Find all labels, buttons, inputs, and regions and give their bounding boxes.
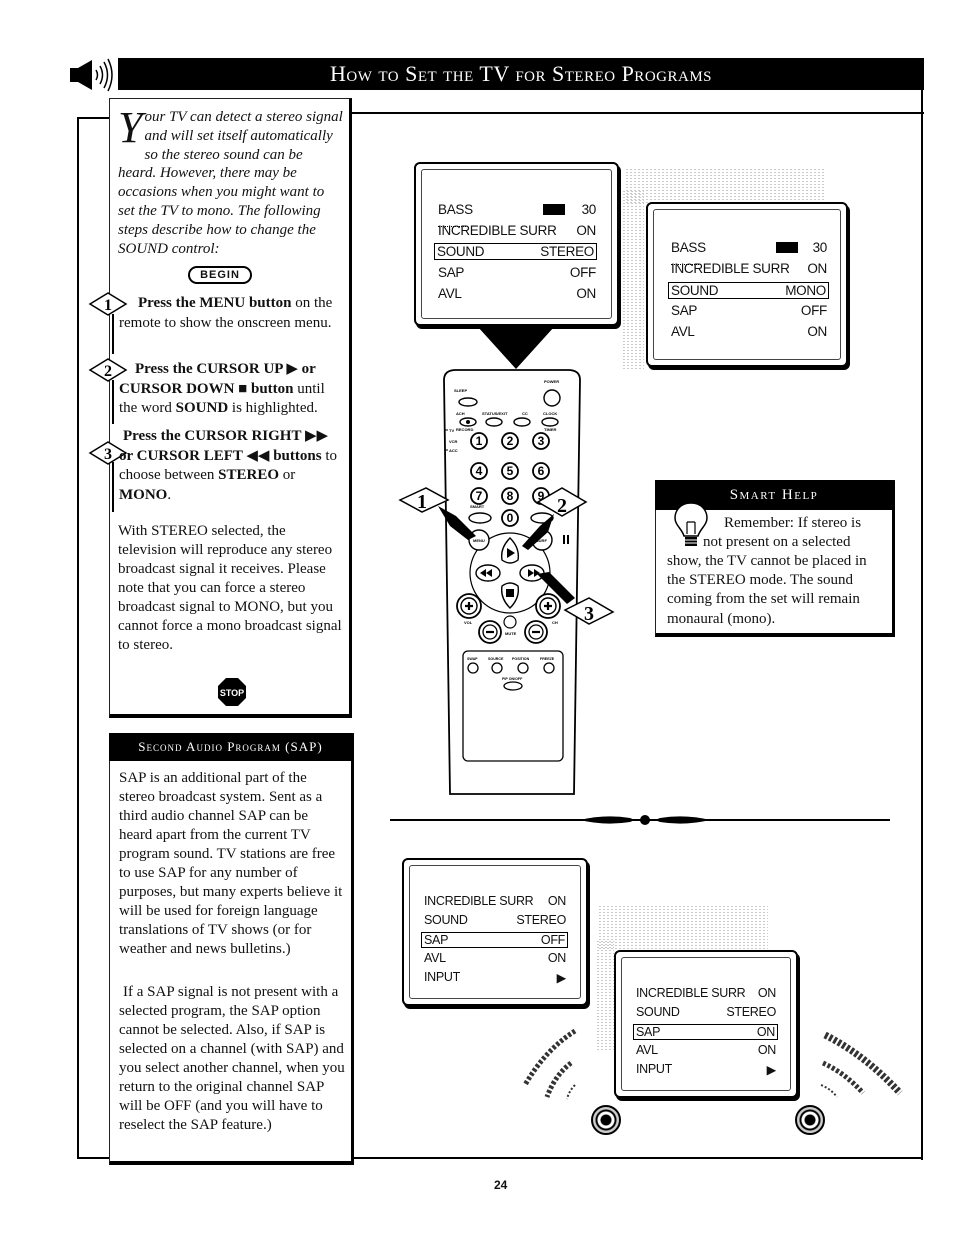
- svg-text:FREEZE: FREEZE: [540, 657, 555, 661]
- svg-text:CC: CC: [522, 411, 528, 416]
- osd-row: AVL ON: [424, 951, 566, 965]
- osd-row: AVL ON: [636, 1043, 776, 1057]
- osd-row-highlighted: SAP ON: [633, 1024, 778, 1040]
- callout-2-hand-icon: 2: [522, 487, 588, 550]
- svg-text:SLEEP: SLEEP: [454, 388, 467, 393]
- osd-row: AVL ON: [438, 286, 596, 301]
- osd-row: INCREDIBLE SURR ON: [424, 894, 566, 908]
- callout-3-hand-icon: 3: [537, 572, 615, 625]
- step-1-text: Press the MENU button on the remote to s…: [119, 295, 333, 331]
- svg-text:POWER: POWER: [544, 379, 559, 384]
- osd-row: INCREDIBLE SURR ON: [438, 223, 596, 238]
- smart-help-line-1: Remember: If stereo is: [724, 515, 862, 531]
- sap-paragraph-1: SAP is an additional part of the stereo …: [119, 770, 343, 957]
- osd-row: SAP OFF: [438, 265, 596, 280]
- svg-text:4: 4: [476, 464, 483, 478]
- stop-sign-icon: STOP: [218, 678, 246, 706]
- osd-row: SOUND STEREO: [424, 913, 566, 927]
- svg-text:TV: TV: [449, 428, 454, 433]
- svg-text:1: 1: [104, 297, 112, 314]
- speaker-sound-icon: [70, 58, 113, 92]
- svg-text:MUTE: MUTE: [505, 631, 517, 636]
- svg-text:ACC: ACC: [449, 448, 458, 453]
- bass-level-bar: [542, 204, 565, 215]
- bass-level-bar: [775, 242, 798, 253]
- static-noise: [622, 190, 644, 370]
- step-3-text: Press the CURSOR RIGHT ▶▶ or CURSOR LEFT…: [119, 428, 337, 503]
- intro-paragraph: Your TV can detect a stereo signal and w…: [118, 103, 343, 257]
- svg-text:ACH: ACH: [456, 411, 465, 416]
- smart-help-body: show, the TV cannot be placed in the STE…: [667, 553, 867, 627]
- svg-text:PIP ON/OFF: PIP ON/OFF: [502, 677, 523, 681]
- step-bar: [112, 380, 114, 424]
- step-2-text: Press the CURSOR UP ▶ or CURSOR DOWN ■ b…: [119, 361, 325, 416]
- osd-row: INCREDIBLE SURR ON: [671, 261, 827, 276]
- ornamental-divider: [390, 815, 890, 825]
- osd-row-highlighted: SOUND STEREO: [434, 243, 597, 260]
- svg-text:2: 2: [507, 434, 514, 448]
- frame-line: [77, 117, 109, 119]
- dropcap: Y: [118, 103, 143, 152]
- power-button: [543, 389, 561, 407]
- static-noise: [596, 940, 614, 1050]
- svg-text:SOURCE: SOURCE: [488, 657, 504, 661]
- callout-1-hand-icon: 1: [398, 487, 476, 540]
- sap-paragraph-2: If a SAP signal is not present with a se…: [119, 984, 345, 1133]
- svg-text:6: 6: [538, 464, 545, 478]
- svg-text:POSITION: POSITION: [512, 657, 530, 661]
- svg-text:STOP: STOP: [220, 688, 244, 698]
- sleep-button: [458, 397, 478, 407]
- svg-text:TIMER: TIMER: [544, 427, 557, 432]
- sap-header: Second Audio Program (SAP): [109, 733, 352, 761]
- page-title: How to Set the TV for Stereo Programs: [118, 58, 924, 90]
- frame-line: [921, 90, 923, 1160]
- static-noise: [598, 905, 768, 950]
- svg-text:2: 2: [557, 495, 567, 517]
- svg-text:3: 3: [104, 446, 112, 463]
- osd-row: INPUT ▶: [424, 970, 566, 985]
- svg-text:VOL: VOL: [464, 620, 473, 625]
- svg-text:2: 2: [104, 363, 112, 380]
- svg-text:SWAP: SWAP: [467, 657, 478, 661]
- osd-row: SAP OFF: [671, 303, 827, 318]
- osd-row-highlighted: SOUND MONO: [668, 282, 829, 299]
- sound-wave-right-icon: [820, 1031, 903, 1098]
- step-bar: [112, 462, 114, 512]
- svg-text:1: 1: [417, 491, 427, 513]
- pointer-arrow-icon: [478, 327, 554, 369]
- frame-line: [77, 117, 79, 1157]
- svg-text:CLOCK: CLOCK: [543, 411, 557, 416]
- svg-text:5: 5: [507, 464, 514, 478]
- speaker-knob-icon: [795, 1105, 825, 1135]
- speaker-knob-icon: [591, 1105, 621, 1135]
- osd-row: AVL ON: [671, 324, 827, 339]
- smart-help-line-2: not present on a selected: [703, 534, 851, 550]
- begin-badge: BEGIN: [188, 266, 252, 284]
- svg-text:3: 3: [584, 603, 594, 625]
- svg-text:1: 1: [476, 434, 483, 448]
- osd-row: INCREDIBLE SURR ON: [636, 986, 776, 1000]
- step-bar: [112, 314, 114, 354]
- svg-text:0: 0: [507, 511, 514, 525]
- svg-text:RECORD: RECORD: [456, 427, 473, 432]
- svg-text:8: 8: [507, 489, 514, 503]
- stereo-note: With STEREO selected, the television wil…: [118, 523, 342, 653]
- svg-text:VCR: VCR: [449, 439, 458, 444]
- svg-text:3: 3: [538, 434, 545, 448]
- page-number: 24: [494, 1178, 508, 1192]
- osd-row: SOUND STEREO: [636, 1005, 776, 1019]
- frame-line: [350, 112, 924, 114]
- osd-row: INPUT ▶: [636, 1062, 776, 1077]
- svg-text:STATUS/EXIT: STATUS/EXIT: [482, 411, 508, 416]
- osd-row-highlighted: SAP OFF: [421, 932, 568, 948]
- sound-wave-left-icon: [522, 1028, 577, 1100]
- static-noise: [625, 168, 825, 203]
